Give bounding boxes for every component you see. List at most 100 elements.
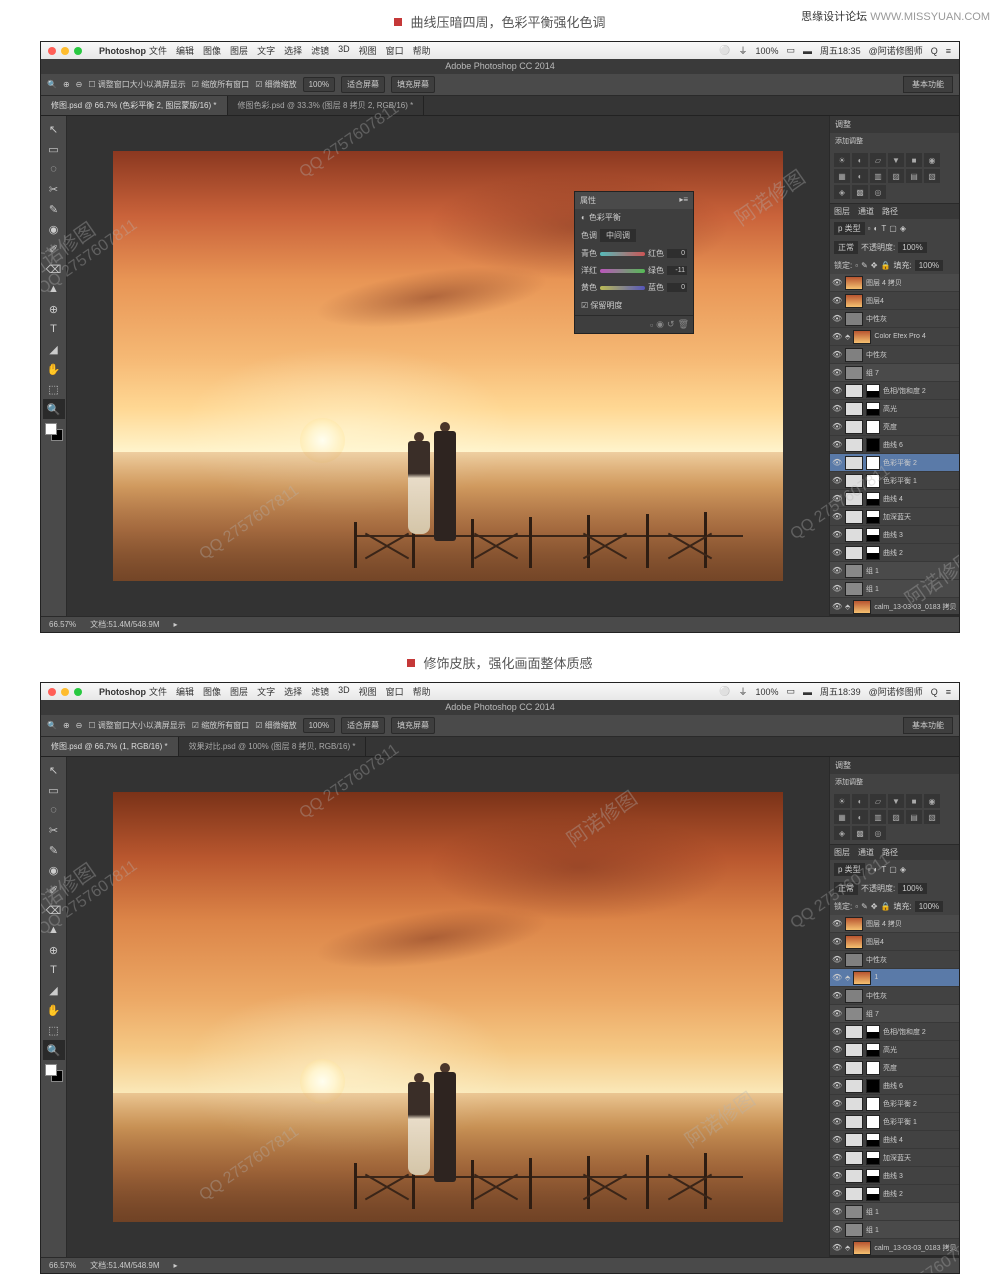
- clock[interactable]: 周五18:35: [820, 44, 861, 57]
- layer-row[interactable]: 👁曲线 4: [830, 490, 959, 508]
- tool-12[interactable]: ✋: [43, 359, 65, 379]
- magenta-green-slider[interactable]: [600, 269, 645, 273]
- fg-bg-colors[interactable]: [45, 423, 63, 441]
- fit-screen-button[interactable]: 适合屏幕: [341, 76, 385, 93]
- menu-文字[interactable]: 文字: [257, 685, 275, 698]
- tool-4[interactable]: ✎: [43, 840, 65, 860]
- tool-3[interactable]: ✂: [43, 179, 65, 199]
- panel-menu-icon[interactable]: ▸≡: [679, 195, 688, 206]
- flag-icon[interactable]: ▬: [803, 687, 812, 697]
- menu-窗口[interactable]: 窗口: [386, 44, 404, 57]
- workspace-button[interactable]: 基本功能: [903, 76, 953, 93]
- tool-8[interactable]: ▲: [43, 920, 65, 940]
- tool-6[interactable]: ✐: [43, 239, 65, 259]
- layer-row[interactable]: 👁组 1: [830, 562, 959, 580]
- menu-选择[interactable]: 选择: [284, 44, 302, 57]
- view-icon[interactable]: ◉: [656, 319, 664, 330]
- tool-9[interactable]: ⊕: [43, 940, 65, 960]
- menu-帮助[interactable]: 帮助: [413, 44, 431, 57]
- canvas[interactable]: [67, 757, 829, 1257]
- menu-文件[interactable]: 文件: [149, 44, 167, 57]
- layer-row[interactable]: 👁加深蓝天: [830, 1149, 959, 1167]
- user[interactable]: @阿诺修图师: [869, 44, 923, 57]
- menu-视图[interactable]: 视图: [359, 685, 377, 698]
- layer-row[interactable]: 👁⬘calm_13-03-03_0183 拷贝: [830, 1239, 959, 1255]
- tool-3[interactable]: ✂: [43, 820, 65, 840]
- doc-tab[interactable]: 效果对比.psd @ 100% (图层 8 拷贝, RGB/16) *: [179, 737, 367, 756]
- blend-mode[interactable]: 正常: [834, 882, 858, 895]
- tool-7[interactable]: ⌫: [43, 259, 65, 279]
- tool-4[interactable]: ✎: [43, 199, 65, 219]
- menu-文件[interactable]: 文件: [149, 685, 167, 698]
- layer-row[interactable]: 👁曲线 6: [830, 436, 959, 454]
- layer-row[interactable]: 👁中性灰: [830, 951, 959, 969]
- preserve-lum-checkbox[interactable]: ☑: [581, 301, 588, 310]
- layer-row[interactable]: 👁曲线 3: [830, 1167, 959, 1185]
- layer-row[interactable]: 👁组 1: [830, 1203, 959, 1221]
- menu-编辑[interactable]: 编辑: [176, 44, 194, 57]
- tool-13[interactable]: ⬚: [43, 379, 65, 399]
- layer-row[interactable]: 👁亮度: [830, 418, 959, 436]
- tool-11[interactable]: ◢: [43, 339, 65, 359]
- flag-icon[interactable]: ▬: [803, 46, 812, 56]
- layer-row[interactable]: 👁图层 4 拷贝: [830, 915, 959, 933]
- zoom-level[interactable]: 66.57%: [49, 1261, 76, 1270]
- layer-row[interactable]: 👁曲线 3: [830, 526, 959, 544]
- layer-row[interactable]: 👁色相/饱和度 2: [830, 382, 959, 400]
- tool-2[interactable]: ◌: [43, 800, 65, 820]
- tool-5[interactable]: ◉: [43, 219, 65, 239]
- layer-row[interactable]: 👁亮度: [830, 1059, 959, 1077]
- canvas[interactable]: 属性▸≡ ◐色彩平衡 色调 中间调 青色红色0 洋红绿色-11 黄色蓝色0 ☑ …: [67, 116, 829, 616]
- menu-选择[interactable]: 选择: [284, 685, 302, 698]
- workspace-button[interactable]: 基本功能: [903, 717, 953, 734]
- layer-row[interactable]: 👁曲线 6: [830, 1077, 959, 1095]
- zoom-out-icon[interactable]: ⊖: [76, 80, 83, 89]
- tool-5[interactable]: ◉: [43, 860, 65, 880]
- menu-视图[interactable]: 视图: [359, 44, 377, 57]
- reset-icon[interactable]: ↺: [667, 319, 675, 330]
- wifi-icon[interactable]: ⏚: [738, 685, 747, 698]
- layer-row[interactable]: 👁曲线 2: [830, 1185, 959, 1203]
- window-controls[interactable]: [41, 47, 89, 55]
- tool-2[interactable]: ◌: [43, 159, 65, 179]
- adjustment-icons[interactable]: ☀◐▱▼■ ◉▦◐▥▨ ▤▧◈▩◎: [830, 149, 959, 203]
- tool-1[interactable]: ▭: [43, 139, 65, 159]
- zoom-out-icon[interactable]: ⊖: [76, 721, 83, 730]
- menu-3D[interactable]: 3D: [338, 685, 350, 698]
- tool-7[interactable]: ⌫: [43, 900, 65, 920]
- paths-tab[interactable]: 路径: [882, 206, 898, 217]
- menu-帮助[interactable]: 帮助: [413, 685, 431, 698]
- layer-row[interactable]: 👁色彩平衡 1: [830, 1113, 959, 1131]
- layer-row[interactable]: 👁色彩平衡 1: [830, 472, 959, 490]
- tone-select[interactable]: 中间调: [600, 229, 636, 242]
- menu-icon[interactable]: ≡: [946, 46, 951, 56]
- layers-tab[interactable]: 图层: [834, 206, 850, 217]
- zoom-level[interactable]: 66.57%: [49, 620, 76, 629]
- doc-tab[interactable]: 修图色彩.psd @ 33.3% (图层 8 拷贝 2, RGB/16) *: [228, 96, 425, 115]
- doc-info[interactable]: 文档:51.4M/548.9M: [90, 619, 159, 630]
- tool-10[interactable]: T: [43, 319, 65, 339]
- clip-icon[interactable]: ▫: [650, 320, 653, 330]
- wifi-icon[interactable]: ⏚: [738, 44, 747, 57]
- layer-row[interactable]: 👁组 1: [830, 580, 959, 598]
- app-name[interactable]: Photoshop: [99, 46, 146, 56]
- cyan-red-slider[interactable]: [600, 252, 645, 256]
- doc-tab[interactable]: 修图.psd @ 66.7% (色彩平衡 2, 图层蒙版/16) *: [41, 96, 228, 115]
- tool-12[interactable]: ✋: [43, 1000, 65, 1020]
- layer-row[interactable]: 👁中性灰: [830, 346, 959, 364]
- adjustment-icons[interactable]: ☀◐▱▼■ ◉▦◐▥▨ ▤▧◈▩◎: [830, 790, 959, 844]
- channels-tab[interactable]: 通道: [858, 206, 874, 217]
- bluetooth-icon[interactable]: ⚪: [719, 686, 730, 697]
- menu-icon[interactable]: ≡: [946, 687, 951, 697]
- adjustments-tab[interactable]: 调整: [830, 757, 959, 774]
- adjustments-tab[interactable]: 调整: [830, 116, 959, 133]
- tool-8[interactable]: ▲: [43, 279, 65, 299]
- zoom-100-button[interactable]: 100%: [303, 718, 335, 733]
- layer-row[interactable]: 👁图层4: [830, 933, 959, 951]
- spotlight-icon[interactable]: Q: [931, 46, 938, 56]
- bluetooth-icon[interactable]: ⚪: [719, 45, 730, 56]
- zoom-tool-icon[interactable]: 🔍: [47, 721, 57, 730]
- paths-tab[interactable]: 路径: [882, 847, 898, 858]
- tool-14[interactable]: 🔍: [43, 1040, 65, 1060]
- layers-tab[interactable]: 图层: [834, 847, 850, 858]
